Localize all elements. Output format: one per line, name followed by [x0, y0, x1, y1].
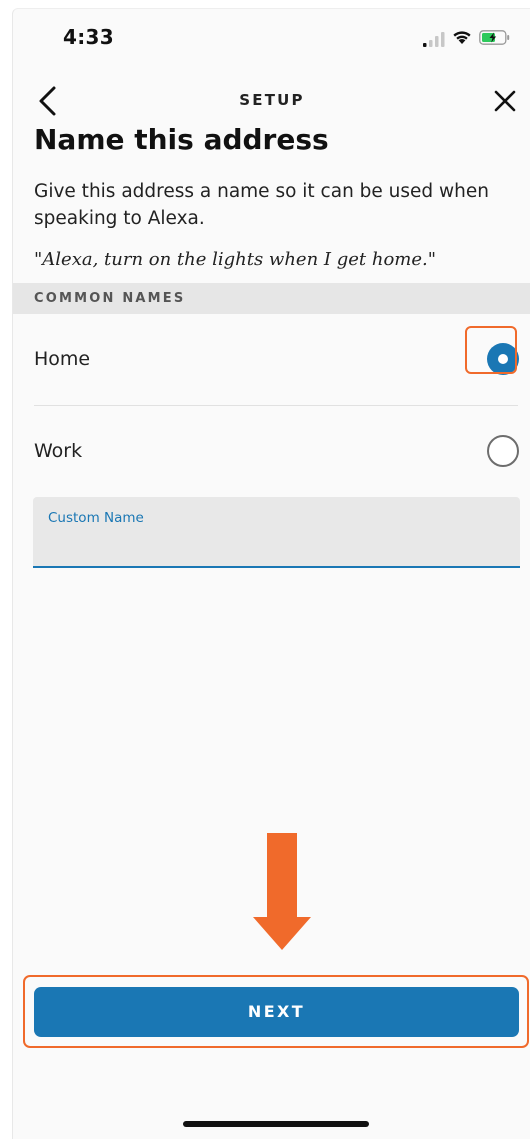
status-bar: 4:33 — [13, 9, 530, 65]
divider — [34, 405, 518, 406]
option-work[interactable]: Work — [34, 417, 519, 487]
option-work-label: Work — [34, 440, 83, 462]
close-icon[interactable] — [493, 89, 517, 113]
page-description: Give this address a name so it can be us… — [34, 181, 490, 229]
radio-highlight-annotation — [465, 326, 517, 374]
radio-work-unselected-icon[interactable] — [487, 435, 519, 467]
nav-title: SETUP — [239, 91, 305, 109]
wifi-icon — [453, 31, 471, 44]
section-header-common-names: COMMON NAMES — [13, 283, 530, 314]
section-header-label: COMMON NAMES — [34, 291, 186, 306]
custom-name-field[interactable]: Custom Name — [33, 497, 520, 568]
phone-screen: 4:33 SETUP Name this address Give this a — [12, 8, 530, 1139]
down-arrow-annotation-icon — [253, 833, 311, 950]
option-home[interactable]: Home — [34, 325, 519, 395]
custom-name-input[interactable] — [47, 531, 502, 559]
next-button[interactable]: NEXT — [34, 987, 519, 1037]
custom-name-label: Custom Name — [48, 510, 144, 526]
status-time: 4:33 — [63, 25, 114, 49]
cellular-signal-icon — [423, 32, 445, 47]
home-indicator[interactable] — [183, 1121, 369, 1127]
example-quote: "Alexa, turn on the lights when I get ho… — [34, 249, 437, 270]
option-home-label: Home — [34, 348, 91, 370]
page-title: Name this address — [34, 123, 329, 156]
nav-bar: SETUP — [13, 75, 530, 127]
battery-charging-icon — [479, 30, 510, 45]
